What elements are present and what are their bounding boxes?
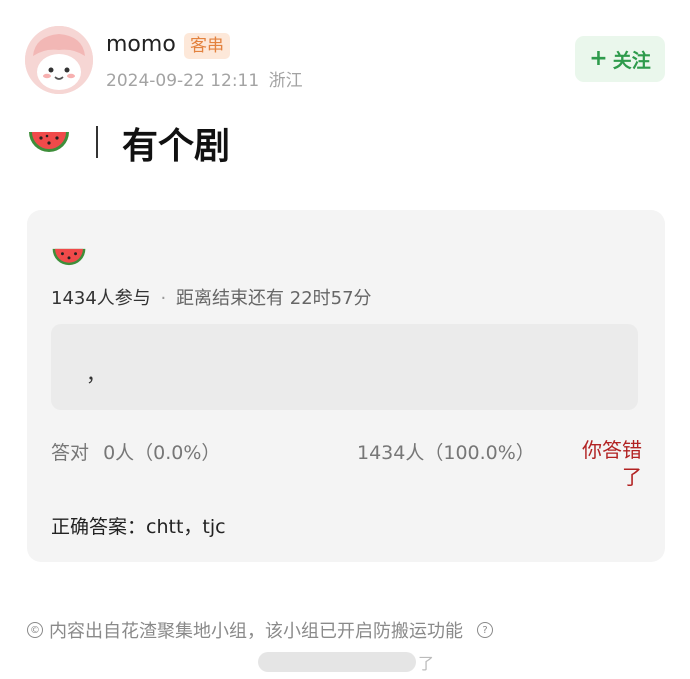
help-icon[interactable]: ?: [477, 622, 493, 638]
quiz-participants: 1434人参与 · 距离结束还有 22时57分: [51, 284, 372, 310]
watermark-text: 了: [418, 654, 435, 673]
username[interactable]: momo: [106, 32, 176, 57]
time-remaining: 距离结束还有 22时57分: [176, 288, 372, 309]
post-meta: 2024-09-22 12:11 浙江: [106, 66, 303, 91]
correct-stat-value: 0人（0.0%）: [103, 442, 221, 464]
title-divider: [96, 126, 98, 158]
result-label: 你答错了: [582, 438, 642, 489]
post-title: 有个剧: [122, 126, 231, 167]
follow-label: 关注: [612, 49, 651, 72]
correct-stat-label: 答对: [51, 442, 90, 464]
watermark: 了: [258, 652, 435, 673]
wrong-stat-value: 1434人（100.0%）: [357, 442, 535, 464]
correct-answer: 正确答案：chtt，tjc: [51, 516, 226, 538]
watermark-bar: [258, 652, 416, 672]
avatar[interactable]: [25, 26, 93, 94]
avatar-image: [25, 26, 93, 94]
correct-stat: 答对 0人（0.0%）: [51, 438, 220, 465]
answer-option[interactable]: [51, 324, 638, 410]
watermelon-icon: [52, 248, 86, 266]
post-location: 浙江: [268, 71, 303, 91]
copyright-icon: ©: [27, 622, 43, 638]
watermelon-icon: [29, 132, 69, 152]
separator-dot: ·: [160, 288, 167, 309]
user-tag-badge: 客串: [184, 33, 230, 59]
participant-count: 1434人参与: [51, 288, 151, 309]
source-notice-text: 内容出自花渣聚集地小组，该小组已开启防搬运功能: [49, 621, 463, 642]
source-notice: © 内容出自花渣聚集地小组，该小组已开启防搬运功能 ?: [27, 617, 493, 643]
post-timestamp: 2024-09-22 12:11: [106, 71, 260, 91]
follow-button[interactable]: + 关注: [575, 36, 665, 82]
plus-icon: +: [589, 46, 608, 71]
answer-option-text: ，: [86, 362, 106, 386]
